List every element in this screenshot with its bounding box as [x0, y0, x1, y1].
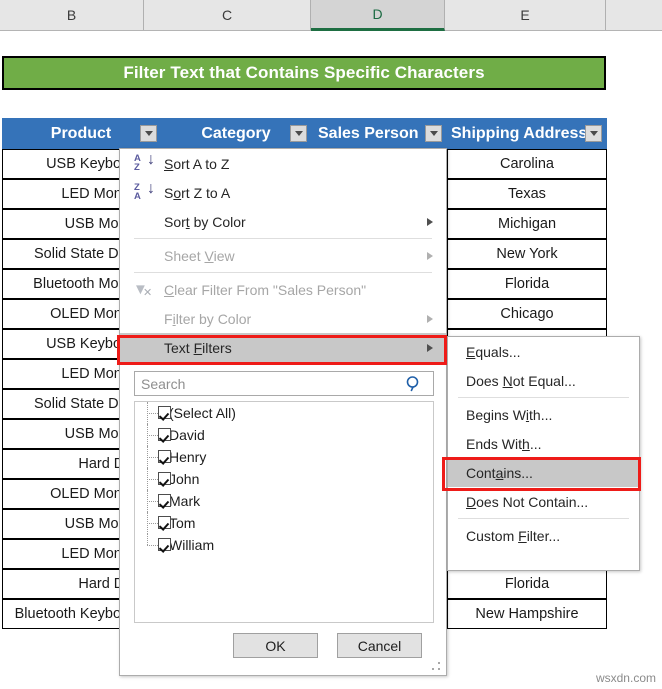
- list-item[interactable]: Tom: [135, 512, 433, 534]
- list-item-label: Mark: [169, 493, 201, 509]
- sort-a-to-z-icon: A Z ↓: [134, 151, 155, 173]
- submenu-item-does-not-contain-label: Does Not Contain...: [466, 493, 589, 510]
- submenu-item-begins-with-label: Begins With...: [466, 406, 553, 423]
- list-item-label: William: [169, 537, 215, 553]
- resize-grip[interactable]: [432, 662, 442, 672]
- search-box[interactable]: [134, 371, 434, 396]
- menu-item-sort-z-to-a[interactable]: Z A ↓ Sort Z to A: [120, 178, 446, 207]
- table-header-sales-person: Sales Person: [312, 118, 447, 149]
- table-header-product-label: Product: [50, 124, 112, 142]
- submenu-item-ends-with-label: Ends With...: [466, 435, 542, 452]
- checkbox-henry[interactable]: [158, 450, 171, 463]
- menu-item-text-filters[interactable]: Text Filters: [120, 333, 446, 362]
- submenu-divider: [458, 518, 629, 519]
- column-header-b[interactable]: B: [0, 0, 144, 30]
- filter-dropdown-icon-shipping-address[interactable]: [585, 125, 602, 142]
- table-header-product: Product: [2, 118, 162, 149]
- list-item-label: Henry: [169, 449, 207, 465]
- table-row[interactable]: Carolina: [447, 149, 607, 179]
- filter-dropdown-icon-category[interactable]: [290, 125, 307, 142]
- page-title-banner: Filter Text that Contains Specific Chara…: [2, 56, 606, 90]
- filter-dropdown-icon-product[interactable]: [140, 125, 157, 142]
- list-item-label: (Select All): [169, 405, 236, 421]
- submenu-item-custom-filter-label: Custom Filter...: [466, 527, 561, 544]
- menu-item-sheet-view-label: Sheet View: [164, 247, 235, 264]
- table-row[interactable]: Florida: [447, 569, 607, 599]
- submenu-item-custom-filter[interactable]: Custom Filter...: [448, 521, 639, 550]
- menu-item-filter-by-color[interactable]: Filter by Color: [120, 304, 446, 333]
- submenu-item-equals-label: Equals...: [466, 343, 521, 360]
- column-header-e[interactable]: E: [445, 0, 606, 30]
- submenu-item-contains-label: Contains...: [466, 464, 533, 481]
- column-header-strip: B C D E: [0, 0, 662, 31]
- search-icon[interactable]: [401, 372, 427, 395]
- text-filters-submenu: Equals... Does Not Equal... Begins With.…: [447, 336, 640, 571]
- submenu-item-equals[interactable]: Equals...: [448, 337, 639, 366]
- list-item[interactable]: (Select All): [135, 402, 433, 424]
- menu-item-filter-by-color-label: Filter by Color: [164, 310, 252, 327]
- submenu-item-contains[interactable]: Contains...: [448, 458, 639, 487]
- table-row[interactable]: New Hampshire: [447, 599, 607, 629]
- checkbox-david[interactable]: [158, 428, 171, 441]
- table-row[interactable]: Michigan: [447, 209, 607, 239]
- list-item-label: John: [169, 471, 200, 487]
- list-item-label: Tom: [169, 515, 196, 531]
- checkbox-william[interactable]: [158, 538, 171, 551]
- checkbox-select-all[interactable]: [158, 406, 171, 419]
- cancel-button[interactable]: Cancel: [337, 633, 422, 658]
- column-header-d[interactable]: D: [311, 0, 445, 31]
- table-row[interactable]: New York: [447, 239, 607, 269]
- filter-value-list[interactable]: (Select All) David Henry John Mark Tom W…: [134, 401, 434, 623]
- chevron-right-icon: [427, 344, 433, 352]
- menu-item-clear-filter[interactable]: ▼ ✕ Clear Filter From "Sales Person": [120, 275, 446, 304]
- ok-button[interactable]: OK: [233, 633, 318, 658]
- menu-item-sheet-view[interactable]: Sheet View: [120, 241, 446, 270]
- clear-filter-icon: ▼ ✕: [133, 281, 153, 299]
- excel-worksheet: B C D E Filter Text that Contains Specif…: [0, 0, 662, 689]
- table-row[interactable]: Texas: [447, 179, 607, 209]
- checkbox-john[interactable]: [158, 472, 171, 485]
- menu-item-text-filters-label: Text Filters: [164, 339, 232, 356]
- table-header-shipping-address: Shipping Address: [447, 118, 607, 149]
- list-item-label: David: [169, 427, 205, 443]
- submenu-item-does-not-equal[interactable]: Does Not Equal...: [448, 366, 639, 395]
- submenu-item-ends-with[interactable]: Ends With...: [448, 429, 639, 458]
- filter-dropdown-icon-sales-person[interactable]: [425, 125, 442, 142]
- list-item[interactable]: William: [135, 534, 433, 556]
- sort-z-to-a-icon: Z A ↓: [134, 180, 155, 202]
- submenu-item-does-not-contain[interactable]: Does Not Contain...: [448, 487, 639, 516]
- submenu-item-does-not-equal-label: Does Not Equal...: [466, 372, 576, 389]
- menu-item-sort-a-to-z[interactable]: A Z ↓ Sort A to Z: [120, 149, 446, 178]
- menu-item-sort-by-color[interactable]: Sort by Color: [120, 207, 446, 236]
- submenu-item-begins-with[interactable]: Begins With...: [448, 400, 639, 429]
- list-item[interactable]: Henry: [135, 446, 433, 468]
- list-item[interactable]: Mark: [135, 490, 433, 512]
- table-header-shipping-address-label: Shipping Address: [451, 124, 588, 142]
- menu-divider: [134, 272, 432, 273]
- menu-item-clear-filter-label: Clear Filter From "Sales Person": [164, 281, 367, 298]
- list-item[interactable]: John: [135, 468, 433, 490]
- table-header-category: Category: [162, 118, 312, 149]
- chevron-right-icon: [427, 315, 433, 323]
- search-input[interactable]: [135, 373, 401, 394]
- list-item[interactable]: David: [135, 424, 433, 446]
- table-row[interactable]: Chicago: [447, 299, 607, 329]
- column-header-f[interactable]: [606, 0, 662, 30]
- menu-item-sort-z-to-a-label: Sort Z to A: [164, 184, 231, 201]
- chevron-right-icon: [427, 218, 433, 226]
- table-header-category-label: Category: [201, 124, 271, 142]
- menu-divider: [134, 238, 432, 239]
- menu-item-sort-by-color-label: Sort by Color: [164, 213, 246, 230]
- submenu-divider: [458, 397, 629, 398]
- table-header-sales-person-label: Sales Person: [318, 124, 419, 142]
- column-header-c[interactable]: C: [144, 0, 311, 30]
- chevron-right-icon: [427, 252, 433, 260]
- checkbox-mark[interactable]: [158, 494, 171, 507]
- checkbox-tom[interactable]: [158, 516, 171, 529]
- table-row[interactable]: Florida: [447, 269, 607, 299]
- autofilter-dropdown-panel: A Z ↓ Sort A to Z Z A ↓ Sort Z to A Sort by …: [119, 148, 447, 676]
- menu-item-sort-a-to-z-label: Sort A to Z: [164, 155, 230, 172]
- dialog-button-row: OK Cancel: [120, 633, 448, 663]
- watermark: wsxdn.com: [595, 671, 656, 685]
